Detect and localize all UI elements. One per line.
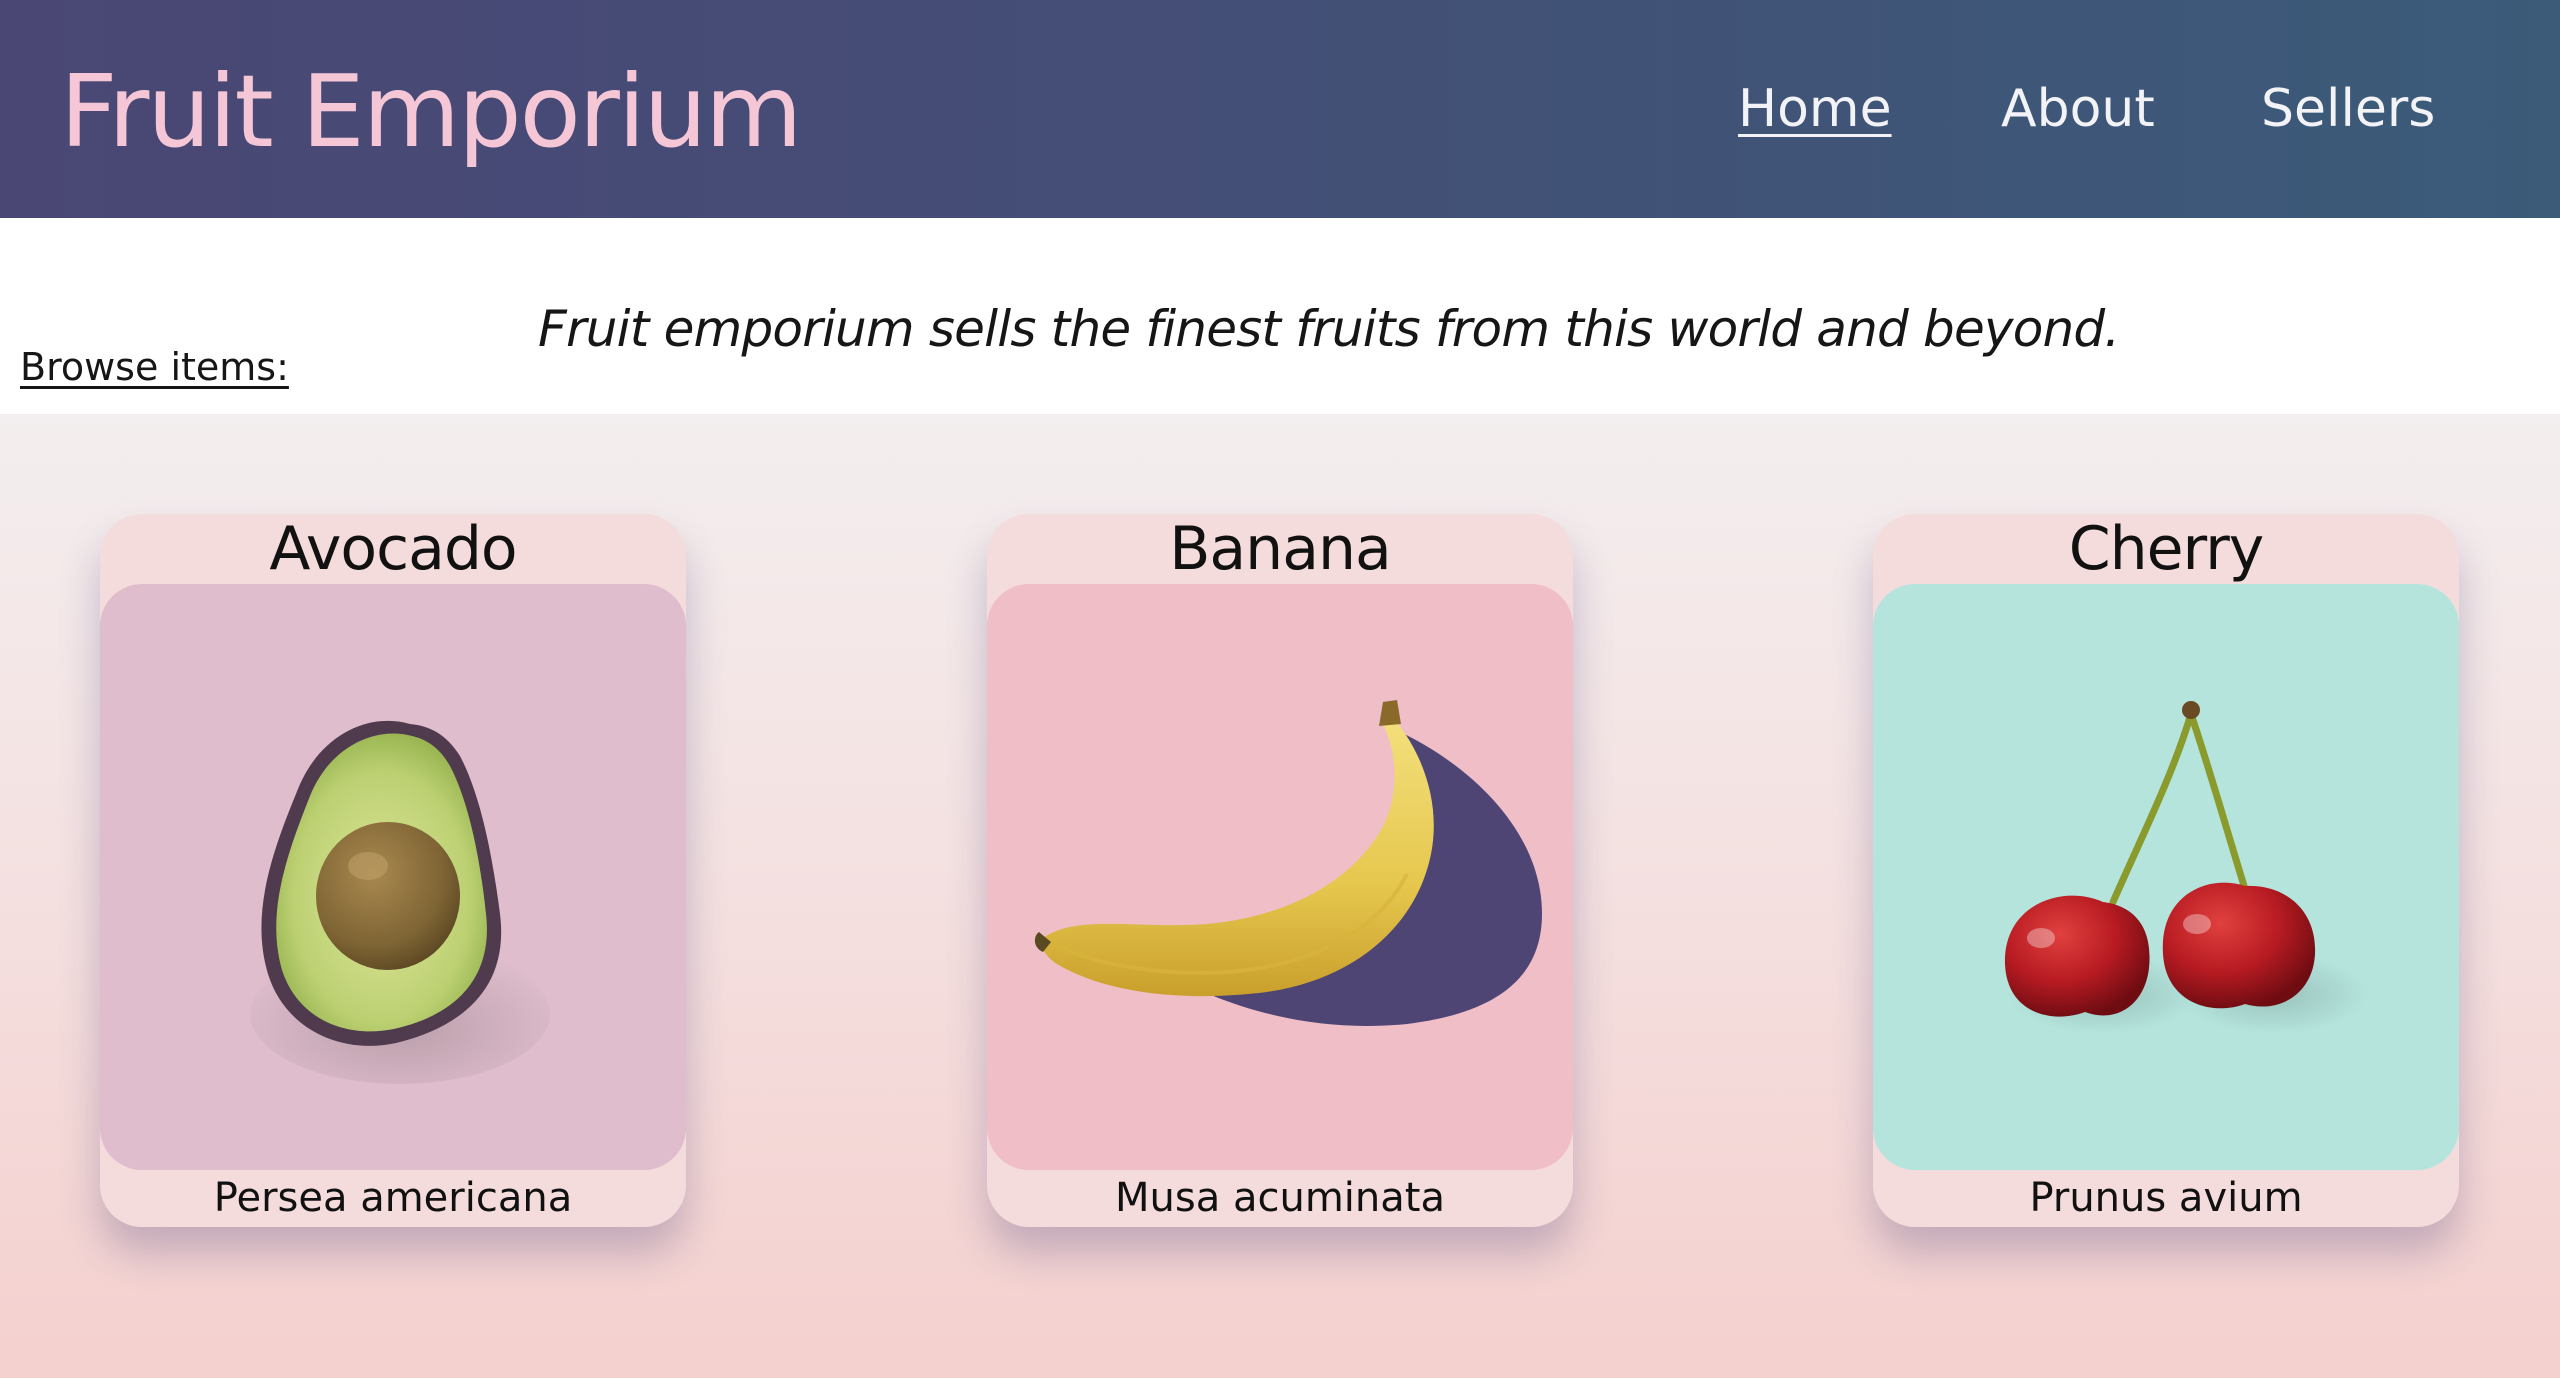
product-title: Cherry (2068, 514, 2265, 584)
product-card-cherry[interactable]: Cherry Prunus avium (1873, 514, 2459, 1227)
product-image-cherry[interactable] (1873, 584, 2459, 1170)
product-scientific-name: Persea americana (213, 1175, 573, 1221)
tagline: Fruit emporium sells the finest fruits f… (538, 300, 2120, 358)
product-title: Banana (1169, 514, 1392, 584)
browse-items-link[interactable]: Browse items: (20, 342, 289, 392)
product-card-avocado[interactable]: Avocado Persea americana (100, 514, 686, 1227)
product-scientific-name: Prunus avium (2029, 1175, 2303, 1221)
product-scientific-name: Musa acuminata (1115, 1175, 1445, 1221)
product-image-banana[interactable] (987, 584, 1573, 1170)
nav-home-link[interactable]: Home (1738, 76, 1892, 142)
avocado-icon (100, 584, 686, 1170)
site-header: Fruit Emporium Home About Sellers (0, 0, 2560, 218)
banana-icon (987, 584, 1573, 1170)
product-title: Avocado (269, 514, 517, 584)
cherry-icon (1873, 584, 2459, 1170)
product-card-banana[interactable]: Banana Musa acuminata (987, 514, 1573, 1227)
nav-about-link[interactable]: About (2001, 76, 2155, 142)
product-image-avocado[interactable] (100, 584, 686, 1170)
nav-sellers-link[interactable]: Sellers (2261, 76, 2435, 142)
site-brand[interactable]: Fruit Emporium (60, 52, 802, 172)
